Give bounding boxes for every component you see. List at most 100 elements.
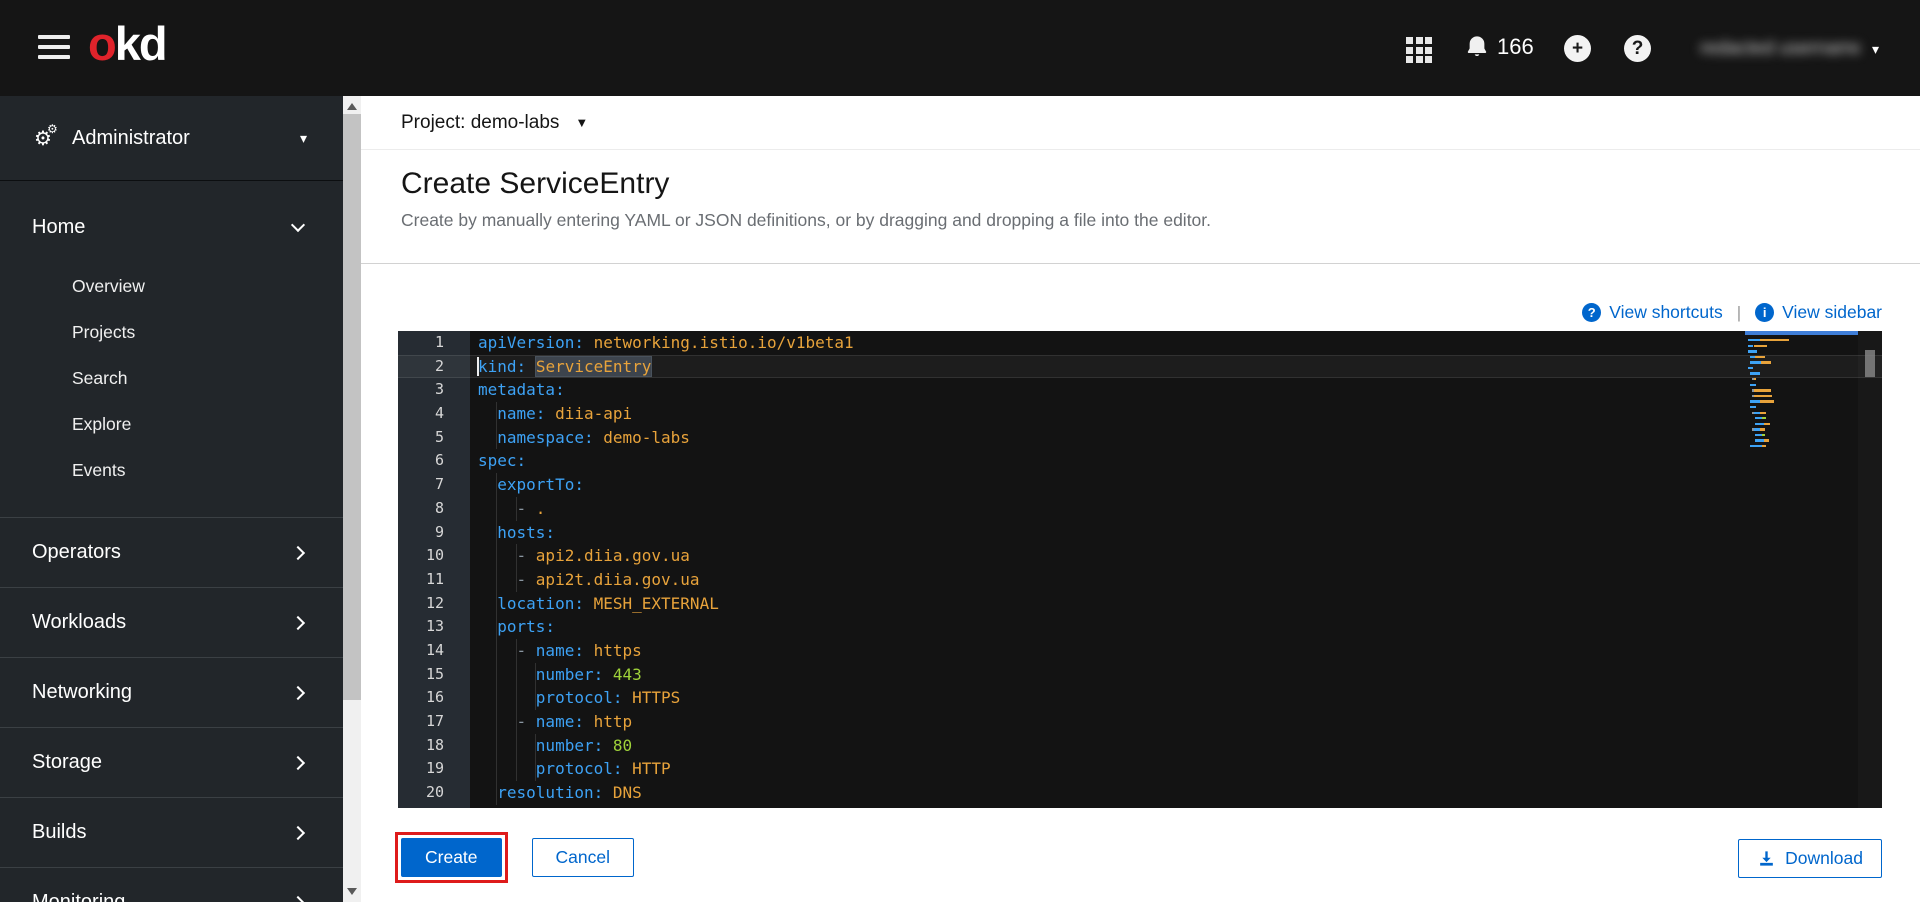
code-line-18[interactable]: 18 number: 80 (398, 733, 1882, 758)
code-line-13[interactable]: 13 ports: (398, 615, 1882, 639)
notification-count: 166 (1497, 34, 1534, 59)
download-label: Download (1785, 848, 1863, 868)
code-line-14[interactable]: 14 - name: https (398, 638, 1882, 663)
sidebar-item-storage[interactable]: Storage (0, 727, 343, 797)
indent-guide (496, 781, 498, 805)
sidebar-item-label: Workloads (32, 611, 127, 633)
app-launcher-icon[interactable] (1406, 37, 1432, 63)
yaml-editor[interactable]: 1 apiVersion: networking.istio.io/v1beta1… (398, 331, 1882, 808)
indent-guide (496, 638, 498, 663)
indent-guide (515, 710, 517, 734)
links-separator: | (1736, 302, 1742, 322)
chevron-right-icon (290, 895, 306, 902)
code-text: location: MESH_EXTERNAL (497, 593, 719, 613)
chevron-right-icon (290, 755, 306, 770)
view-sidebar-label: View sidebar (1782, 302, 1882, 322)
code-text: apiVersion: networking.istio.io/v1beta1 (478, 333, 854, 352)
sidebar-item-workloads[interactable]: Workloads (0, 587, 343, 657)
page-header: Create ServiceEntry Create by manually e… (361, 150, 1920, 264)
code-line-11[interactable]: 11 - api2t.diia.gov.ua (398, 567, 1882, 592)
code-line-17[interactable]: 17 - name: http (398, 710, 1882, 734)
indent-guide (496, 686, 498, 710)
code-line-7[interactable]: 7 exportTo: (398, 473, 1882, 497)
scrollbar-up-arrow-icon[interactable] (347, 103, 357, 110)
line-number: 7 (434, 475, 444, 494)
line-number: 14 (425, 640, 444, 659)
editor-scrollbar-thumb[interactable] (1865, 350, 1875, 377)
editor-scrollbar[interactable] (1858, 331, 1882, 808)
perspective-label: Administrator (72, 126, 190, 149)
code-line-16[interactable]: 16 protocol: HTTPS (398, 686, 1882, 710)
okd-logo[interactable]: okd (88, 16, 168, 71)
scrollbar-down-arrow-icon[interactable] (347, 888, 357, 895)
indent-guide (515, 662, 517, 687)
view-sidebar-link[interactable]: i View sidebar (1755, 302, 1882, 323)
code-line-9[interactable]: 9 hosts: (398, 520, 1882, 545)
minimap[interactable] (1745, 331, 1858, 808)
code-line-20[interactable]: 20 resolution: DNS (398, 781, 1882, 805)
import-yaml-plus-icon[interactable]: + (1564, 35, 1591, 62)
code-text: - . (516, 498, 546, 518)
code-text: exportTo: (497, 475, 584, 495)
code-line-3[interactable]: 3 metadata: (398, 378, 1882, 402)
line-number: 2 (434, 356, 444, 375)
code-line-4[interactable]: 4 name: diia-api (398, 402, 1882, 426)
sidebar-item-projects[interactable]: Projects (0, 309, 343, 355)
indent-guide (496, 567, 498, 592)
bell-icon (1467, 36, 1487, 57)
download-button[interactable]: Download (1738, 839, 1882, 878)
indent-guide (515, 567, 517, 592)
sidebar-item-monitoring[interactable]: Monitoring (0, 867, 343, 902)
code-line-2[interactable]: 2 kind: ServiceEntry (398, 354, 1882, 379)
line-number: 9 (434, 522, 444, 541)
logo-letter-o: o (88, 17, 117, 70)
code-line-10[interactable]: 10 - api2.diia.gov.ua (398, 544, 1882, 568)
cancel-button[interactable]: Cancel (531, 838, 635, 877)
indent-guide (515, 496, 517, 521)
sidebar-item-label: Storage (32, 751, 103, 773)
create-button[interactable]: Create (401, 838, 502, 877)
code-line-6[interactable]: 6 spec: (398, 449, 1882, 473)
code-text: hosts: (497, 522, 556, 542)
code-line-5[interactable]: 5 namespace: demo-labs (398, 425, 1882, 450)
code-line-15[interactable]: 15 number: 443 (398, 662, 1882, 687)
sidebar-item-home[interactable]: Home (0, 195, 343, 259)
line-number: 18 (425, 735, 444, 754)
menu-toggle-icon[interactable] (38, 35, 70, 61)
sidebar-item-explore[interactable]: Explore (0, 401, 343, 447)
perspective-switcher[interactable]: ⚙ ⚙ Administrator ▾ (0, 96, 343, 181)
sidebar-item-networking[interactable]: Networking (0, 657, 343, 727)
help-icon[interactable]: ? (1624, 35, 1651, 62)
home-subitems: Overview Projects Search Explore Events (0, 259, 343, 517)
sidebar-item-overview[interactable]: Overview (0, 263, 343, 309)
sidebar-scrollbar[interactable] (343, 96, 361, 902)
main-content: Project: demo-labs ▼ Create ServiceEntry… (361, 96, 1920, 902)
line-number: 6 (434, 451, 444, 470)
sidebar-item-label: Home (32, 215, 86, 238)
code-line-19[interactable]: 19 protocol: HTTP (398, 757, 1882, 782)
view-shortcuts-link[interactable]: ? View shortcuts (1582, 302, 1723, 323)
code-line-8[interactable]: 8 - . (398, 496, 1882, 521)
line-number: 1 (434, 333, 444, 351)
project-selector[interactable]: Project: demo-labs ▼ (401, 112, 588, 134)
chevron-right-icon (290, 685, 306, 700)
sidebar-item-operators[interactable]: Operators (0, 517, 343, 587)
line-number: 3 (434, 380, 444, 399)
info-circle-icon: i (1755, 303, 1775, 322)
sidebar-item-builds[interactable]: Builds (0, 797, 343, 867)
code-line-1[interactable]: 1 apiVersion: networking.istio.io/v1beta1 (398, 331, 1882, 355)
indent-guide (515, 544, 517, 568)
sidebar-item-events[interactable]: Events (0, 447, 343, 493)
caret-down-icon: ▾ (299, 129, 307, 146)
scrollbar-thumb[interactable] (343, 114, 361, 700)
sidebar-item-search[interactable]: Search (0, 355, 343, 401)
user-menu[interactable]: redacted username ▾ (1700, 38, 1879, 60)
code-text: protocol: HTTPS (535, 688, 681, 708)
line-number: 17 (425, 712, 444, 730)
chevron-down-icon (290, 217, 306, 233)
indent-guide (496, 757, 498, 782)
code-line-12[interactable]: 12 location: MESH_EXTERNAL (398, 591, 1882, 616)
notification-badge[interactable]: 166 (1464, 34, 1534, 60)
indent-guide (534, 662, 536, 687)
code-text: protocol: HTTP (535, 759, 671, 779)
